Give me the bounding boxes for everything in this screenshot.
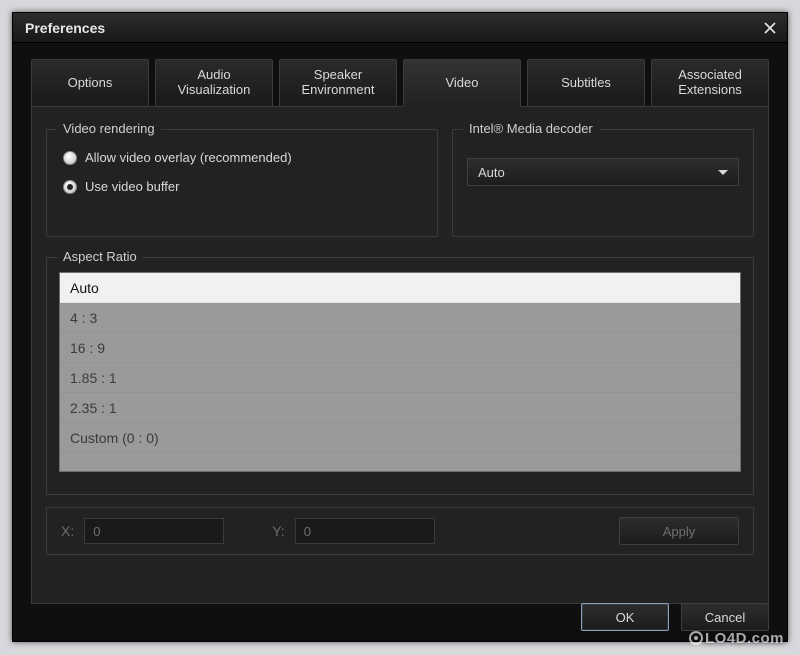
list-item[interactable]: 2.35 : 1 [60,393,740,423]
list-item[interactable]: 4 : 3 [60,303,740,333]
x-label: X: [61,523,74,539]
close-icon[interactable] [761,19,779,37]
tab-label: Associated Extensions [678,68,742,98]
radio-use-buffer[interactable]: Use video buffer [63,179,423,194]
tab-label: Subtitles [561,76,611,91]
list-item-label: 1.85 : 1 [70,370,117,386]
tab-subtitles[interactable]: Subtitles [527,59,645,107]
ok-button[interactable]: OK [581,603,669,631]
group-video-rendering: Video rendering Allow video overlay (rec… [46,129,438,237]
tab-audio-visualization[interactable]: Audio Visualization [155,59,273,107]
radio-icon [63,151,77,165]
aspect-ratio-list[interactable]: Auto 4 : 3 16 : 9 1.85 : 1 2.35 : 1 Cust… [59,272,741,472]
list-item-label: 16 : 9 [70,340,105,356]
dialog-footer: OK Cancel [581,603,769,631]
titlebar: Preferences [13,13,787,43]
tab-speaker-environment[interactable]: Speaker Environment [279,59,397,107]
tab-label: Options [68,76,113,91]
list-item[interactable]: 16 : 9 [60,333,740,363]
group-legend: Intel® Media decoder [463,121,599,136]
list-item-label: 2.35 : 1 [70,400,117,416]
select-value: Auto [478,165,505,180]
tabs: Options Audio Visualization Speaker Envi… [31,59,769,107]
y-input[interactable]: 0 [295,518,435,544]
apply-button[interactable]: Apply [619,517,739,545]
group-legend: Aspect Ratio [57,249,143,264]
tab-label: Video [445,76,478,91]
chevron-down-icon [718,170,728,175]
decoder-select[interactable]: Auto [467,158,739,186]
tab-associated-extensions[interactable]: Associated Extensions [651,59,769,107]
list-item-label: Custom (0 : 0) [70,430,159,446]
list-item-label: 4 : 3 [70,310,97,326]
radio-label: Use video buffer [85,179,179,194]
button-label: OK [616,610,635,625]
input-value: 0 [304,524,311,539]
tab-label: Audio Visualization [178,68,251,98]
dialog-body: Options Audio Visualization Speaker Envi… [13,43,787,641]
tab-video[interactable]: Video [403,59,521,107]
group-aspect-ratio: Aspect Ratio Auto 4 : 3 16 : 9 1.85 : 1 … [46,257,754,495]
tab-label: Speaker Environment [302,68,375,98]
radio-allow-overlay[interactable]: Allow video overlay (recommended) [63,150,423,165]
tab-panel-video: Video rendering Allow video overlay (rec… [31,106,769,604]
radio-label: Allow video overlay (recommended) [85,150,292,165]
cancel-button[interactable]: Cancel [681,603,769,631]
custom-aspect-row: X: 0 Y: 0 Apply [46,507,754,555]
list-item[interactable]: 1.85 : 1 [60,363,740,393]
input-value: 0 [93,524,100,539]
window-title: Preferences [25,20,105,36]
radio-icon [63,180,77,194]
button-label: Apply [663,524,696,539]
x-input[interactable]: 0 [84,518,224,544]
y-label: Y: [272,523,284,539]
list-item[interactable]: Auto [60,273,740,303]
group-media-decoder: Intel® Media decoder Auto [452,129,754,237]
list-item[interactable]: Custom (0 : 0) [60,423,740,453]
list-item-label: Auto [70,280,99,296]
preferences-window: Preferences Options Audio Visualization … [12,12,788,642]
tab-options[interactable]: Options [31,59,149,107]
button-label: Cancel [705,610,745,625]
group-legend: Video rendering [57,121,161,136]
